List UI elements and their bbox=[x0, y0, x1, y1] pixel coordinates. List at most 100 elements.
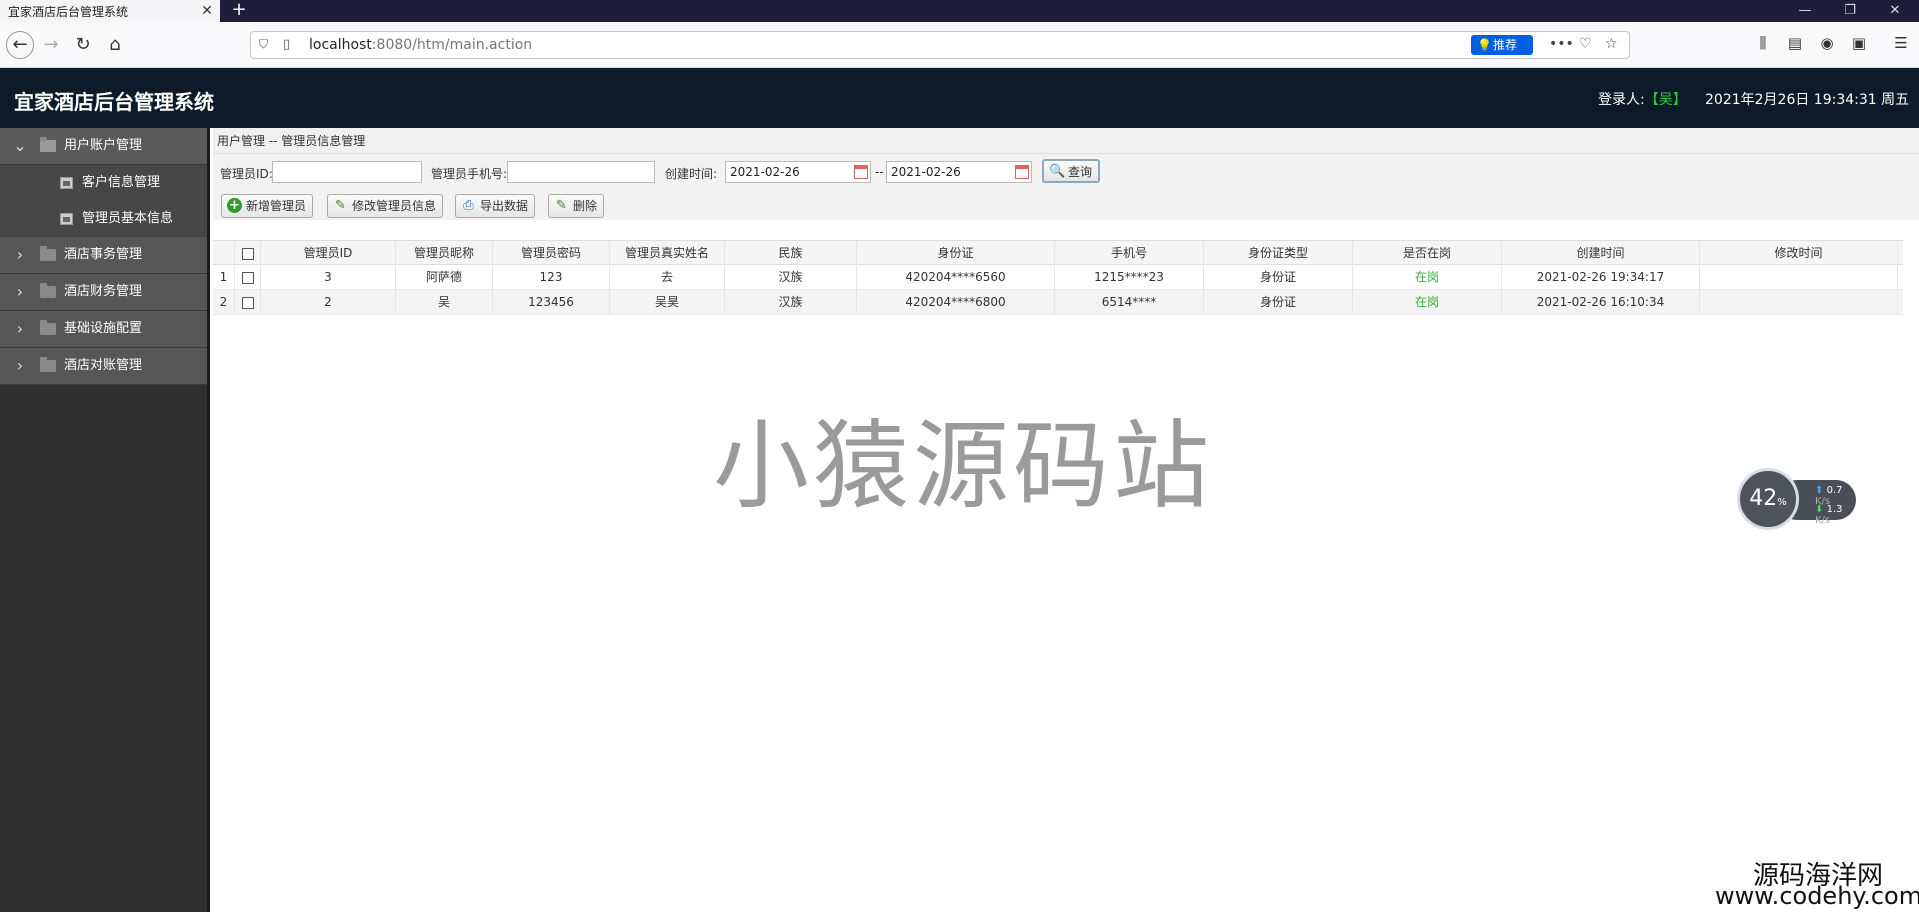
cell-nation: 汉族 bbox=[725, 265, 857, 290]
admin-id-input[interactable] bbox=[272, 161, 422, 183]
cell-phone: 6514**** bbox=[1055, 290, 1204, 315]
table-row[interactable]: 2 2 吴 123456 吴昊 汉族 420204****6800 6514**… bbox=[213, 290, 1903, 315]
sidebar-subitem-admin-info[interactable]: 管理员基本信息 bbox=[0, 201, 207, 237]
col-real-name[interactable]: 管理员真实姓名 bbox=[610, 241, 725, 266]
cell-admin-id: 3 bbox=[261, 265, 396, 290]
query-button[interactable]: 🔍 查询 bbox=[1042, 159, 1101, 183]
window-close-icon[interactable]: ✕ bbox=[1880, 0, 1910, 22]
login-info: 登录人:【吴】 bbox=[1598, 92, 1687, 108]
folder-icon bbox=[40, 357, 56, 372]
sidebar-item-hotel-finance[interactable]: › 酒店财务管理 bbox=[0, 274, 207, 311]
date-from-input[interactable] bbox=[725, 161, 871, 183]
login-user: 【吴】 bbox=[1644, 92, 1687, 108]
cell-admin-id: 2 bbox=[261, 290, 396, 315]
cell-nickname: 阿萨德 bbox=[396, 265, 493, 290]
created-time-label: 创建时间: bbox=[665, 167, 718, 181]
chevron-right-icon: › bbox=[16, 245, 24, 264]
row-checkbox[interactable] bbox=[235, 290, 261, 315]
app-header: 宜家酒店后台管理系统 登录人:【吴】 2021年2月26日 19:34:31 周… bbox=[0, 68, 1919, 128]
sidebar-subitem-customer-info[interactable]: 客户信息管理 bbox=[0, 165, 207, 201]
export-data-button[interactable]: ⎙ 导出数据 bbox=[455, 194, 536, 218]
calendar-icon[interactable] bbox=[1015, 165, 1029, 179]
cpu-percent: 42% bbox=[1737, 468, 1799, 530]
bookmark-star-icon[interactable]: ☆ bbox=[1605, 36, 1618, 52]
folder-open-icon bbox=[40, 137, 56, 152]
add-admin-button[interactable]: + 新增管理员 bbox=[221, 194, 314, 218]
cell-phone: 1215****23 bbox=[1055, 265, 1204, 290]
phone-label: 管理员手机号: bbox=[431, 167, 508, 181]
admin-id-label: 管理员ID: bbox=[220, 167, 273, 181]
date-to-input[interactable] bbox=[886, 161, 1032, 183]
back-icon[interactable]: ← bbox=[6, 31, 34, 59]
extension-icon[interactable]: ▣ bbox=[1848, 34, 1870, 52]
col-nation[interactable]: 民族 bbox=[725, 241, 857, 266]
sidebar-item-hotel-affairs[interactable]: › 酒店事务管理 bbox=[0, 237, 207, 274]
url-bar[interactable]: ⛉ ▯ localhost:8080/htm/main.action 💡 推荐 •… bbox=[250, 31, 1630, 59]
col-id-card[interactable]: 身份证 bbox=[857, 241, 1055, 266]
cell-id-type: 身份证 bbox=[1204, 290, 1353, 315]
print-icon: ⎙ bbox=[463, 198, 474, 213]
col-password[interactable]: 管理员密码 bbox=[493, 241, 610, 266]
cell-on-duty: 在岗 bbox=[1353, 290, 1502, 315]
cell-id-card: 420204****6800 bbox=[857, 290, 1055, 315]
col-created-time[interactable]: 创建时间 bbox=[1502, 241, 1700, 266]
menu-icon[interactable]: ☰ bbox=[1890, 34, 1912, 52]
col-on-duty[interactable]: 是否在岗 bbox=[1353, 241, 1502, 266]
admin-table: 管理员ID 管理员昵称 管理员密码 管理员真实姓名 民族 身份证 手机号 身份证… bbox=[213, 240, 1903, 315]
sidebar-item-reconciliation[interactable]: › 酒店对账管理 bbox=[0, 348, 207, 385]
col-admin-id[interactable]: 管理员ID bbox=[261, 241, 396, 266]
cell-nation: 汉族 bbox=[725, 290, 857, 315]
chevron-right-icon: › bbox=[16, 319, 24, 338]
sidebar-icon[interactable]: ▤ bbox=[1784, 34, 1806, 52]
col-modified-time[interactable]: 修改时间 bbox=[1700, 241, 1898, 266]
network-speed-widget[interactable]: 42% ⬆ 0.7 K/s ⬇ 1.3 K/s bbox=[1737, 468, 1857, 530]
cell-password: 123 bbox=[493, 265, 610, 290]
pencil-icon: ✎ bbox=[556, 198, 567, 213]
center-watermark: 小猿源码站 bbox=[713, 410, 1213, 522]
cell-real-name: 去 bbox=[610, 265, 725, 290]
cell-modified-time bbox=[1700, 290, 1898, 315]
more-icon[interactable]: ••• bbox=[1549, 36, 1574, 52]
folder-icon bbox=[40, 283, 56, 298]
phone-input[interactable] bbox=[507, 161, 655, 183]
folder-icon bbox=[40, 246, 56, 261]
col-nickname[interactable]: 管理员昵称 bbox=[396, 241, 493, 266]
cell-real-name: 吴昊 bbox=[610, 290, 725, 315]
library-icon[interactable]: ⫼ bbox=[1752, 34, 1774, 52]
table-header: 管理员ID 管理员昵称 管理员密码 管理员真实姓名 民族 身份证 手机号 身份证… bbox=[213, 240, 1903, 266]
shield-icon[interactable]: ⛉ bbox=[259, 37, 268, 52]
chevron-down-icon: ⌄ bbox=[13, 136, 27, 155]
reload-icon[interactable]: ↻ bbox=[70, 32, 96, 58]
select-all-checkbox[interactable] bbox=[235, 241, 261, 266]
delete-button[interactable]: ✎ 删除 bbox=[548, 194, 605, 218]
close-tab-icon[interactable]: ✕ bbox=[198, 2, 216, 20]
account-icon[interactable]: ◉ bbox=[1816, 34, 1838, 52]
current-datetime: 2021年2月26日 19:34:31 周五 bbox=[1705, 92, 1910, 108]
home-icon[interactable]: ⌂ bbox=[102, 32, 128, 58]
date-separator: -- bbox=[875, 165, 884, 179]
browser-tab[interactable]: 宜家酒店后台管理系统 ✕ bbox=[0, 0, 220, 22]
col-phone[interactable]: 手机号 bbox=[1055, 241, 1204, 266]
minimize-icon[interactable]: — bbox=[1790, 0, 1820, 22]
new-tab-icon[interactable]: + bbox=[228, 0, 250, 22]
forward-icon[interactable]: → bbox=[38, 32, 64, 58]
restore-icon[interactable]: ❐ bbox=[1835, 0, 1865, 22]
breadcrumb: 用户管理 -- 管理员信息管理 bbox=[213, 128, 1919, 154]
edit-admin-button[interactable]: ✎ 修改管理员信息 bbox=[327, 194, 444, 218]
pocket-icon[interactable]: ♡ bbox=[1579, 36, 1592, 52]
cell-created-time: 2021-02-26 19:34:17 bbox=[1502, 265, 1700, 290]
browser-nav-bar: ← → ↻ ⌂ ⛉ ▯ localhost:8080/htm/main.acti… bbox=[0, 22, 1919, 68]
arrow-up-icon: ⬆ bbox=[1815, 485, 1824, 496]
col-id-type[interactable]: 身份证类型 bbox=[1204, 241, 1353, 266]
sidebar-item-user-account[interactable]: ⌄ 用户账户管理 bbox=[0, 128, 207, 165]
table-row[interactable]: 1 3 阿萨德 123 去 汉族 420204****6560 1215****… bbox=[213, 265, 1903, 290]
row-number: 1 bbox=[213, 265, 235, 290]
row-checkbox[interactable] bbox=[235, 265, 261, 290]
bulb-icon: 💡 bbox=[1477, 38, 1492, 52]
pencil-icon: ✎ bbox=[335, 198, 346, 213]
calendar-icon[interactable] bbox=[854, 165, 868, 179]
url-text[interactable]: localhost:8080/htm/main.action bbox=[309, 37, 532, 53]
sidebar-item-infrastructure[interactable]: › 基础设施配置 bbox=[0, 311, 207, 348]
page-info-icon[interactable]: ▯ bbox=[283, 37, 290, 52]
recommend-button[interactable]: 💡 推荐 bbox=[1471, 35, 1533, 55]
